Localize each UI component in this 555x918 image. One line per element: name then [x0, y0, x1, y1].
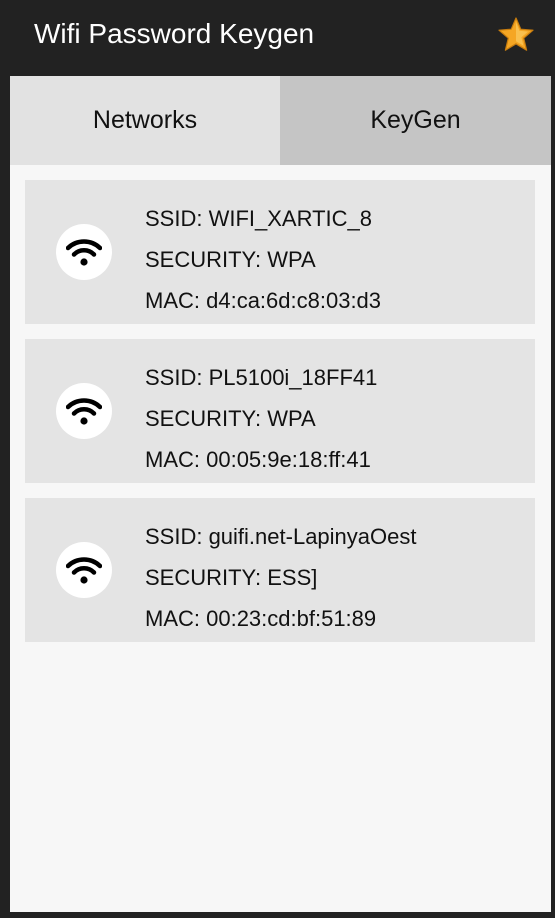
- mac-text: MAC: 00:23:cd:bf:51:89: [145, 606, 377, 631]
- app-window: Wifi Password Keygen Networks KeyGen SSI…: [0, 0, 555, 918]
- star-icon: [498, 17, 534, 51]
- network-details: SSID: guifi.net-LapinyaOest SECURITY: ES…: [145, 516, 416, 639]
- wifi-badge: [56, 542, 112, 598]
- main-content: Networks KeyGen SSID: WIFI_XARTIC_8 SECU…: [10, 76, 551, 912]
- network-item[interactable]: SSID: WIFI_XARTIC_8 SECURITY: WPA MAC: d…: [25, 180, 535, 324]
- bottom-edge: [0, 912, 555, 918]
- security-text: SECURITY: WPA: [145, 406, 316, 431]
- action-bar: Wifi Password Keygen: [0, 0, 555, 76]
- ssid-text: SSID: WIFI_XARTIC_8: [145, 206, 372, 231]
- network-item[interactable]: SSID: PL5100i_18FF41 SECURITY: WPA MAC: …: [25, 339, 535, 483]
- wifi-badge: [56, 383, 112, 439]
- app-title: Wifi Password Keygen: [34, 18, 315, 49]
- network-details: SSID: WIFI_XARTIC_8 SECURITY: WPA MAC: d…: [145, 198, 381, 321]
- security-text: SECURITY: ESS]: [145, 565, 318, 590]
- mac-text: MAC: 00:05:9e:18:ff:41: [145, 447, 371, 472]
- network-list: SSID: WIFI_XARTIC_8 SECURITY: WPA MAC: d…: [25, 180, 535, 657]
- favorite-button[interactable]: [495, 14, 537, 56]
- wifi-badge: [56, 224, 112, 280]
- tab-networks[interactable]: Networks: [10, 76, 280, 165]
- wifi-icon: [66, 398, 102, 425]
- network-details: SSID: PL5100i_18FF41 SECURITY: WPA MAC: …: [145, 357, 377, 480]
- network-item[interactable]: SSID: guifi.net-LapinyaOest SECURITY: ES…: [25, 498, 535, 642]
- wifi-icon: [66, 239, 102, 266]
- wifi-icon: [66, 557, 102, 584]
- ssid-text: SSID: guifi.net-LapinyaOest: [145, 524, 417, 549]
- mac-text: MAC: d4:ca:6d:c8:03:d3: [145, 288, 382, 313]
- ssid-text: SSID: PL5100i_18FF41: [145, 365, 378, 390]
- tab-keygen[interactable]: KeyGen: [280, 76, 551, 165]
- security-text: SECURITY: WPA: [145, 247, 316, 272]
- tab-bar: Networks KeyGen: [10, 76, 551, 165]
